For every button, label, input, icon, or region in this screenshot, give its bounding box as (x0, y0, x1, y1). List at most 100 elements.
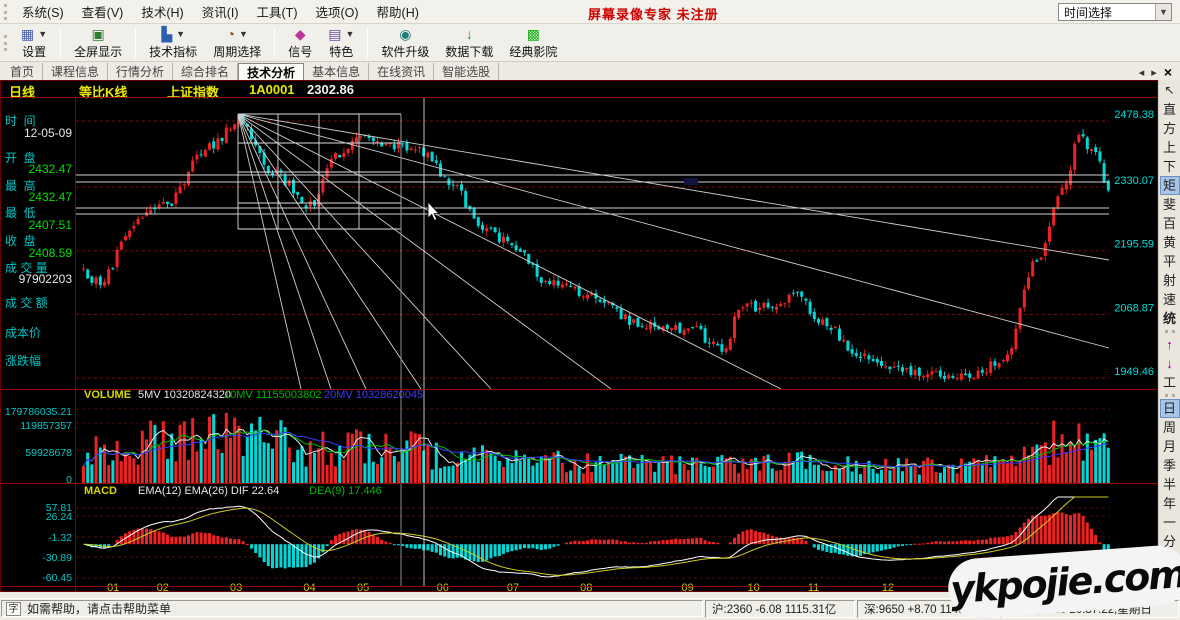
toolbar-button-settings[interactable]: ▦▼设置 (13, 25, 55, 61)
tab-scroll-right-icon[interactable]: ▸ (1151, 66, 1157, 79)
drawing-toolbar: ↖直方上下矩斐百黄平射速统↑↓工日周月季半年一分 (1158, 80, 1180, 592)
tab-首页[interactable]: 首页 (2, 63, 43, 80)
toolbar-button-period[interactable]: ◔▼周期选择 (205, 25, 269, 61)
menu-item[interactable]: 工具(T) (248, 0, 307, 24)
volume-separator (1, 389, 1157, 390)
chart-header: 日线 等比K线 上证指数 1A0001 2302.86 (1, 81, 1157, 97)
svg-text:01: 01 (107, 582, 119, 593)
tab-综合排名[interactable]: 综合排名 (173, 63, 238, 80)
draw-tool-斐[interactable]: 斐 (1160, 195, 1180, 214)
menu-item[interactable]: 查看(V) (73, 0, 133, 24)
tab-基本信息[interactable]: 基本信息 (304, 63, 369, 80)
toolbar-button-indicators[interactable]: ▙▼技术指标 (141, 25, 205, 61)
macd-scale-label: -30.89 (42, 552, 72, 564)
quote-label: 成 交 额 (5, 294, 48, 311)
toolbar-button-label: 数据下载 (445, 43, 493, 60)
quote-value: 97902203 (19, 272, 72, 286)
draw-tool-百[interactable]: 百 (1160, 214, 1180, 233)
svg-text:12: 12 (882, 582, 894, 593)
cinema-icon: ▩ (527, 27, 540, 41)
status-help-text: 如需帮助，请点击帮助菜单 (27, 600, 171, 617)
period-icon: ◔ (227, 27, 235, 41)
tab-课程信息[interactable]: 课程信息 (43, 63, 108, 80)
draw-tool-统[interactable]: 统 (1160, 309, 1180, 328)
toolbar: ▦▼设置▣全屏显示▙▼技术指标◔▼周期选择◆信号▤▼特色◉软件升级↓数据下载▩经… (0, 24, 1180, 62)
arrow-up-icon[interactable]: ↑ (1160, 335, 1180, 354)
period-季[interactable]: 季 (1160, 456, 1180, 475)
tab-技术分析[interactable]: 技术分析 (238, 63, 304, 80)
strip-grip (1165, 330, 1175, 333)
chevron-down-icon[interactable]: ▼ (38, 29, 47, 39)
toolbar-button-label: 特色 (329, 43, 353, 60)
svg-text:VOLUME5MV 1032082432010MV 1115: VOLUME5MV 1032082432010MV 1115500380220M… (84, 389, 423, 401)
application-window: 系统(S)查看(V)技术(H)资讯(I)工具(T)选项(O)帮助(H) 屏幕录像… (0, 0, 1180, 620)
tab-scroll-left-icon[interactable]: ◂ (1139, 66, 1145, 79)
menu-item[interactable]: 选项(O) (306, 0, 367, 24)
svg-text:2195.59: 2195.59 (1114, 239, 1154, 251)
toolbar-separator (60, 28, 61, 58)
draw-tool-射[interactable]: 射 (1160, 271, 1180, 290)
draw-tool-黄[interactable]: 黄 (1160, 233, 1180, 252)
period-半[interactable]: 半 (1160, 475, 1180, 494)
chart-region[interactable]: 日线 等比K线 上证指数 1A0001 2302.86 时 间12-05-09开… (0, 80, 1158, 592)
chevron-down-icon[interactable]: ▼ (1155, 4, 1171, 20)
volume-scale-label: 119857357 (20, 420, 72, 432)
toolbar-separator (274, 28, 275, 58)
menu-item[interactable]: 资讯(I) (193, 0, 248, 24)
close-icon[interactable]: × (1164, 64, 1172, 80)
time-select-combobox[interactable]: 时间选择 ▼ (1058, 3, 1172, 21)
toolbar-button-signal[interactable]: ◆信号 (280, 25, 320, 61)
toolbar-button-label: 技术指标 (149, 43, 197, 60)
toolbar-button-cinema[interactable]: ▩经典影院 (501, 25, 565, 61)
macd-scale-label: -1.32 (48, 532, 72, 544)
menu-item[interactable]: 系统(S) (13, 0, 73, 24)
tab-在线资讯[interactable]: 在线资讯 (369, 63, 434, 80)
draw-tool-平[interactable]: 平 (1160, 252, 1180, 271)
toolbar-items: ▦▼设置▣全屏显示▙▼技术指标◔▼周期选择◆信号▤▼特色◉软件升级↓数据下载▩经… (13, 25, 565, 61)
toolbar-separator (367, 28, 368, 58)
period-周[interactable]: 周 (1160, 418, 1180, 437)
menu-item[interactable]: 技术(H) (132, 0, 192, 24)
draw-tool-方[interactable]: 方 (1160, 119, 1180, 138)
menu-items: 系统(S)查看(V)技术(H)资讯(I)工具(T)选项(O)帮助(H) (13, 0, 428, 24)
settings-icon: ▦ (21, 27, 34, 41)
toolbar-button-fullscreen[interactable]: ▣全屏显示 (66, 25, 130, 61)
menu-item[interactable]: 帮助(H) (368, 0, 428, 24)
draw-tool-直[interactable]: 直 (1160, 100, 1180, 119)
chevron-down-icon[interactable]: ▼ (239, 29, 248, 39)
quote-value: 12-05-09 (24, 126, 72, 140)
draw-tool-下[interactable]: 下 (1160, 157, 1180, 176)
svg-text:03: 03 (230, 582, 242, 593)
upgrade-icon: ◉ (399, 27, 411, 41)
toolbar-button-top: ◉ (399, 26, 411, 43)
period-年[interactable]: 年 (1160, 494, 1180, 513)
svg-text:2478.38: 2478.38 (1114, 109, 1154, 121)
svg-text:02: 02 (157, 582, 169, 593)
main-chart-svg[interactable]: 2478.382330.072195.592068.871949.4601020… (76, 98, 1159, 593)
tool-工[interactable]: 工 (1160, 373, 1180, 392)
period-月[interactable]: 月 (1160, 437, 1180, 456)
menu-bar: 系统(S)查看(V)技术(H)资讯(I)工具(T)选项(O)帮助(H) 屏幕录像… (0, 0, 1180, 24)
svg-text:1949.46: 1949.46 (1114, 366, 1154, 378)
macd-separator (1, 483, 1157, 484)
toolbar-button-upgrade[interactable]: ◉软件升级 (373, 25, 437, 61)
toolbar-button-special[interactable]: ▤▼特色 (320, 25, 362, 61)
draw-tool-矩[interactable]: 矩 (1160, 176, 1180, 195)
chart-symbol-code: 1A0001 (249, 82, 295, 97)
period-一[interactable]: 一 (1160, 513, 1180, 532)
tab-智能选股[interactable]: 智能选股 (434, 63, 499, 80)
svg-text:04: 04 (303, 582, 315, 593)
chevron-down-icon[interactable]: ▼ (176, 29, 185, 39)
chevron-down-icon[interactable]: ▼ (345, 29, 354, 39)
period-日[interactable]: 日 (1160, 399, 1180, 418)
quote-value: 2408.59 (29, 246, 72, 260)
tab-items: 首页课程信息行情分析综合排名技术分析基本信息在线资讯智能选股 (2, 63, 499, 80)
pointer-tool-icon[interactable]: ↖ (1160, 81, 1180, 100)
quote-info-panel: 时 间12-05-09开 盘2432.47最 高2432.47最 低2407.5… (1, 98, 76, 591)
tab-行情分析[interactable]: 行情分析 (108, 63, 173, 80)
draw-tool-上[interactable]: 上 (1160, 138, 1180, 157)
arrow-down-icon[interactable]: ↓ (1160, 354, 1180, 373)
toolbar-button-top: ◔▼ (227, 26, 248, 43)
draw-tool-速[interactable]: 速 (1160, 290, 1180, 309)
toolbar-button-download[interactable]: ↓数据下载 (437, 25, 501, 61)
